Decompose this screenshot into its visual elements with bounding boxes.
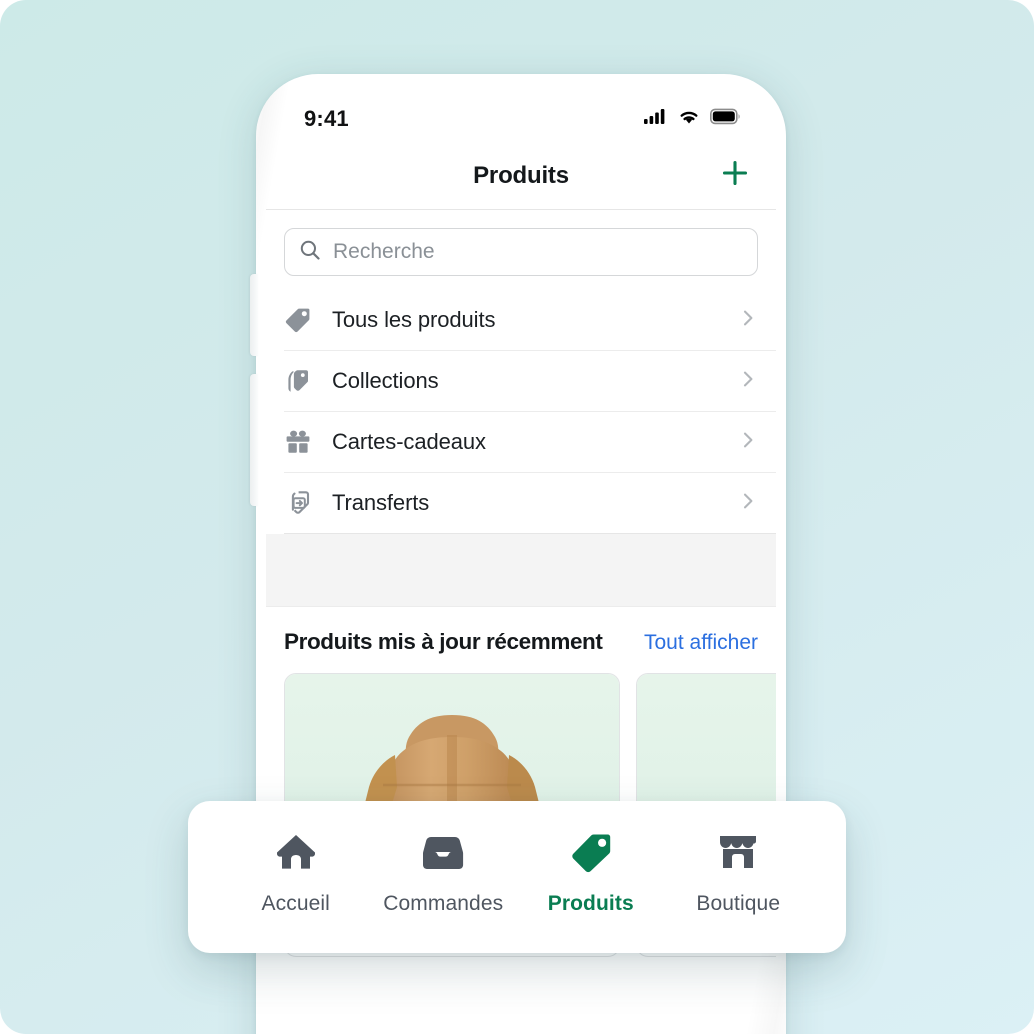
search-icon xyxy=(299,239,321,266)
volume-up-button[interactable] xyxy=(250,274,258,356)
menu-list: Tous les produits Collections Cartes-cad… xyxy=(266,290,776,534)
tab-commandes[interactable]: Commandes xyxy=(370,831,518,916)
status-icons xyxy=(644,108,742,130)
tab-boutique[interactable]: Boutique xyxy=(665,831,813,916)
menu-item-label: Transferts xyxy=(332,490,430,515)
chevron-right-icon xyxy=(738,369,758,394)
menu-item-cartes-cadeaux[interactable]: Cartes-cadeaux xyxy=(284,412,776,473)
status-bar: 9:41 xyxy=(266,84,776,142)
search-input[interactable]: Recherche xyxy=(284,228,758,276)
tab-label: Commandes xyxy=(383,892,504,915)
menu-item-label: Tous les produits xyxy=(332,307,496,332)
recent-products-title: Produits mis à jour récemment xyxy=(284,629,603,654)
menu-item-label: Cartes-cadeaux xyxy=(332,429,486,454)
add-product-button[interactable] xyxy=(714,155,756,197)
tab-label: Accueil xyxy=(261,892,330,915)
cellular-signal-icon xyxy=(644,108,668,130)
wifi-icon xyxy=(677,108,701,130)
store-icon xyxy=(715,831,761,880)
app-screenshot: 9:41 Produits Recherche Tous les produit… xyxy=(0,0,1034,1034)
view-all-link[interactable]: Tout afficher xyxy=(644,631,758,655)
gift-card-icon xyxy=(284,428,318,456)
menu-item-transferts[interactable]: Transferts xyxy=(284,473,776,534)
chevron-right-icon xyxy=(738,430,758,455)
search-placeholder: Recherche xyxy=(333,240,435,263)
chevron-right-icon xyxy=(738,308,758,333)
plus-icon xyxy=(720,158,750,193)
tag-icon xyxy=(568,831,614,880)
battery-icon xyxy=(710,108,742,130)
bottom-tab-bar: Accueil Commandes Produits Boutique xyxy=(188,801,846,953)
status-time: 9:41 xyxy=(304,106,349,131)
page-title: Produits xyxy=(473,161,569,189)
transfer-icon xyxy=(284,489,318,517)
section-separator xyxy=(266,534,776,607)
menu-item-collections[interactable]: Collections xyxy=(284,351,776,412)
recent-products-header: Produits mis à jour récemment Tout affic… xyxy=(284,629,758,655)
inbox-icon xyxy=(420,831,466,880)
volume-down-button[interactable] xyxy=(250,374,258,506)
tab-produits[interactable]: Produits xyxy=(517,831,665,916)
chevron-right-icon xyxy=(738,491,758,516)
tab-label: Boutique xyxy=(696,892,781,915)
tab-accueil[interactable]: Accueil xyxy=(222,831,370,916)
menu-item-tous-les-produits[interactable]: Tous les produits xyxy=(284,290,776,351)
search-section: Recherche xyxy=(266,210,776,290)
tab-label: Produits xyxy=(547,892,634,915)
nav-bar: Produits xyxy=(266,142,776,210)
collections-icon xyxy=(284,367,318,395)
menu-item-label: Collections xyxy=(332,368,439,393)
home-icon xyxy=(273,831,319,880)
tag-icon xyxy=(284,306,318,334)
